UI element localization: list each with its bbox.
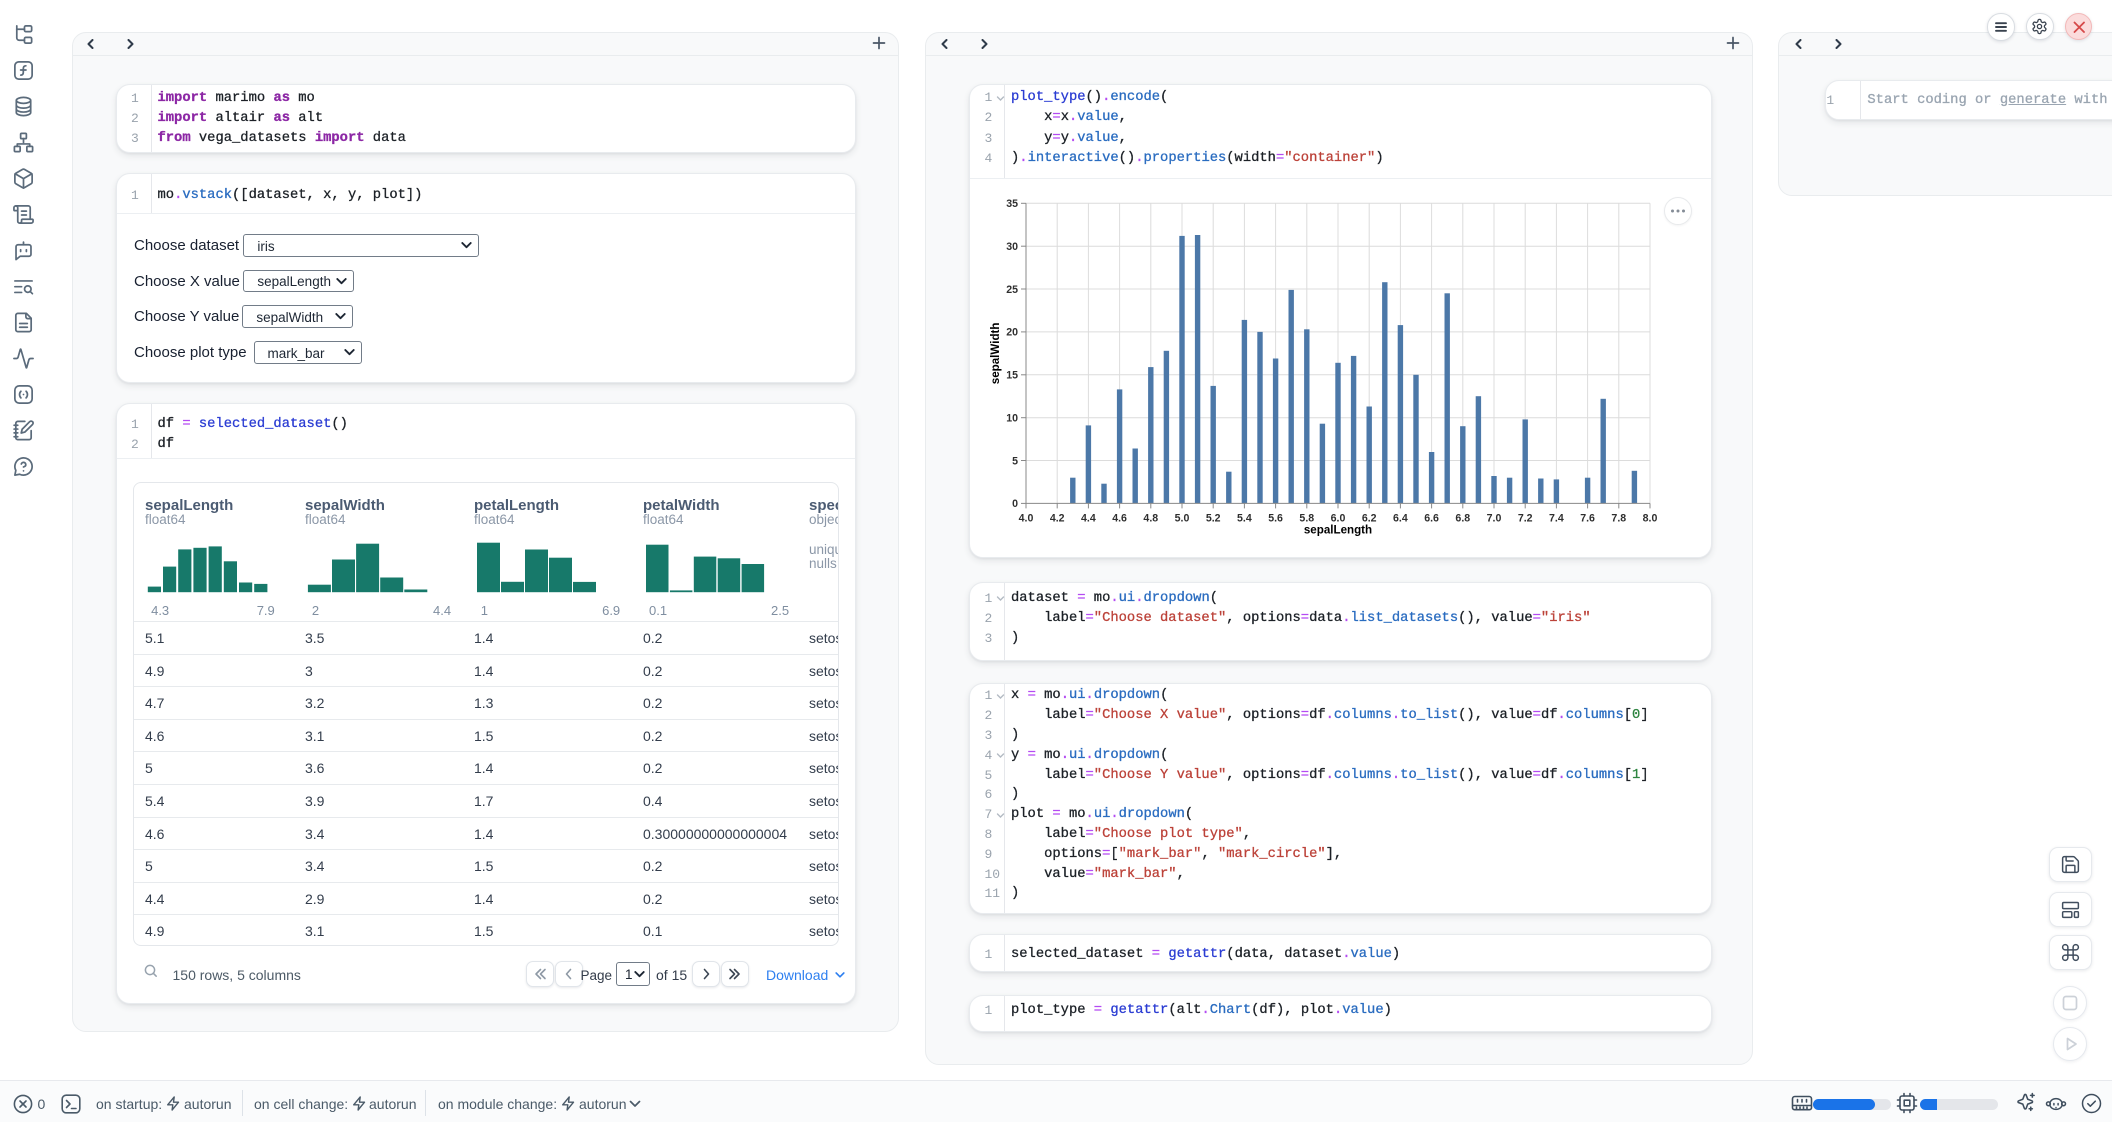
svg-text:5.6: 5.6 (1268, 513, 1283, 525)
svg-text:7.4: 7.4 (1549, 513, 1564, 525)
svg-text:10: 10 (1006, 413, 1018, 425)
svg-text:5: 5 (1012, 455, 1018, 467)
svg-text:5.0: 5.0 (1175, 513, 1190, 525)
svg-text:15: 15 (1006, 370, 1018, 382)
svg-text:7.2: 7.2 (1518, 513, 1533, 525)
svg-text:6.8: 6.8 (1455, 513, 1470, 525)
svg-text:7.8: 7.8 (1611, 513, 1626, 525)
svg-text:sepalLength: sepalLength (1304, 524, 1372, 537)
svg-text:4.2: 4.2 (1050, 513, 1065, 525)
svg-text:30: 30 (1006, 241, 1018, 253)
svg-text:6.4: 6.4 (1393, 513, 1408, 525)
svg-text:4.8: 4.8 (1143, 513, 1158, 525)
svg-text:0: 0 (1012, 498, 1018, 510)
svg-text:7.0: 7.0 (1487, 513, 1502, 525)
svg-text:5.4: 5.4 (1237, 513, 1252, 525)
svg-text:6.6: 6.6 (1424, 513, 1439, 525)
svg-text:25: 25 (1006, 284, 1018, 296)
svg-text:8.0: 8.0 (1643, 513, 1658, 525)
svg-text:4.0: 4.0 (1019, 513, 1034, 525)
svg-text:sepalWidth: sepalWidth (989, 323, 1002, 385)
svg-text:20: 20 (1006, 327, 1018, 339)
svg-text:35: 35 (1006, 198, 1018, 210)
svg-text:4.6: 4.6 (1112, 513, 1127, 525)
svg-text:5.2: 5.2 (1206, 513, 1221, 525)
svg-text:4.4: 4.4 (1081, 513, 1096, 525)
svg-text:7.6: 7.6 (1580, 513, 1595, 525)
